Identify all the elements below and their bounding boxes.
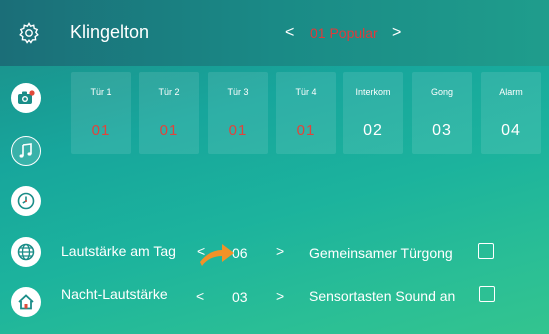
- music-note-icon: [19, 143, 32, 158]
- ringtone-card-door2[interactable]: Tür 2 01: [139, 72, 199, 154]
- camera-settings-icon: [18, 90, 35, 104]
- night-volume-value: 03: [232, 289, 248, 305]
- ringtone-card-gong[interactable]: Gong 03: [412, 72, 472, 154]
- card-label: Gong: [430, 87, 454, 97]
- page-title: Klingelton: [70, 22, 150, 42]
- ringtone-card-alarm[interactable]: Alarm 04: [481, 72, 541, 154]
- ringtone-card-door1[interactable]: Tür 1 01: [71, 72, 131, 154]
- next-preset-button[interactable]: >: [392, 24, 401, 42]
- card-value: 04: [501, 122, 521, 139]
- touch-sound-checkbox[interactable]: [479, 286, 495, 302]
- card-value: 02: [363, 122, 383, 139]
- sidebar-item-language[interactable]: [11, 237, 41, 267]
- gear-icon[interactable]: [17, 21, 41, 45]
- sidebar-item-clock[interactable]: [11, 186, 41, 216]
- card-value: 01: [296, 122, 316, 139]
- globe-icon: [17, 243, 35, 261]
- card-label: Tür 3: [227, 87, 249, 97]
- card-label: Alarm: [499, 87, 523, 97]
- home-icon: [18, 294, 34, 310]
- night-volume-decrease[interactable]: <: [196, 288, 204, 304]
- touch-sound-label: Sensortasten Sound an: [309, 288, 456, 304]
- card-value: 01: [159, 122, 179, 139]
- card-value: 03: [432, 122, 452, 139]
- sidebar-item-music[interactable]: [11, 136, 41, 166]
- card-value: 01: [228, 122, 248, 139]
- clock-icon: [17, 192, 35, 210]
- ringtone-card-intercom[interactable]: Interkom 02: [343, 72, 403, 154]
- card-value: 01: [91, 122, 111, 139]
- pointer-hand-icon: [200, 244, 234, 266]
- shared-gong-checkbox[interactable]: [478, 243, 494, 259]
- card-label: Tür 4: [295, 87, 317, 97]
- prev-preset-button[interactable]: <: [285, 24, 294, 42]
- sidebar-item-home[interactable]: [11, 287, 41, 317]
- ringtone-card-door3[interactable]: Tür 3 01: [208, 72, 268, 154]
- preset-name: 01 Popular: [310, 25, 378, 41]
- card-label: Interkom: [355, 87, 391, 97]
- sidebar-item-camera[interactable]: [11, 83, 41, 113]
- day-volume-label: Lautstärke am Tag: [61, 243, 176, 259]
- night-volume-label: Nacht-Lautstärke: [61, 286, 168, 302]
- header-bar: Klingelton < 01 Popular >: [0, 0, 549, 66]
- night-volume-increase[interactable]: >: [276, 288, 284, 304]
- card-label: Tür 2: [158, 87, 180, 97]
- shared-gong-label: Gemeinsamer Türgong: [309, 245, 453, 261]
- card-label: Tür 1: [90, 87, 112, 97]
- ringtone-card-door4[interactable]: Tür 4 01: [276, 72, 336, 154]
- day-volume-increase[interactable]: >: [276, 243, 284, 259]
